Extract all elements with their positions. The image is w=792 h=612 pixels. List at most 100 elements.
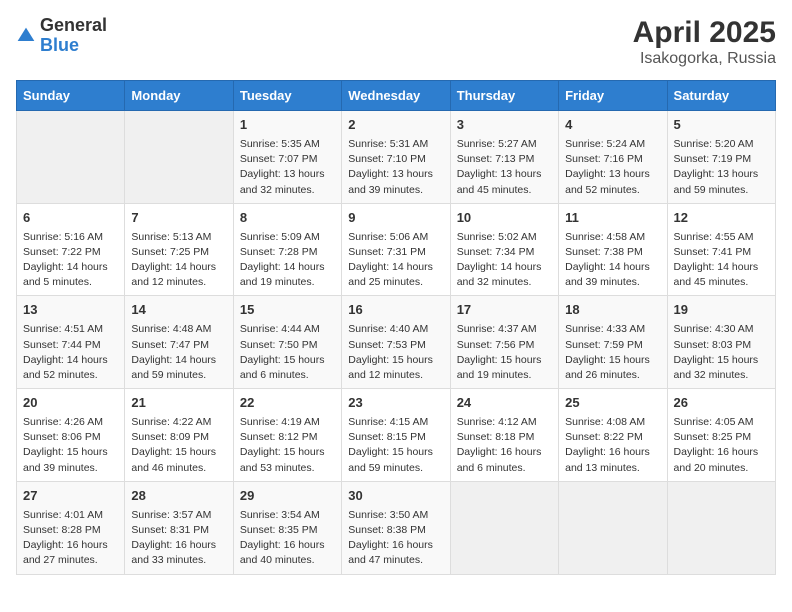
calendar-cell xyxy=(667,481,775,574)
day-info: Sunrise: 4:58 AMSunset: 7:38 PMDaylight:… xyxy=(565,230,660,291)
day-number: 21 xyxy=(131,394,226,413)
calendar-location: Isakogorka, Russia xyxy=(633,50,776,68)
calendar-cell: 6Sunrise: 5:16 AMSunset: 7:22 PMDaylight… xyxy=(17,203,125,296)
day-info: Sunrise: 4:26 AMSunset: 8:06 PMDaylight:… xyxy=(23,415,118,476)
day-number: 14 xyxy=(131,301,226,320)
calendar-cell: 29 Sunrise: 3:54 AMSunset: 8:35 PMDayligh… xyxy=(233,481,341,574)
day-info: Sunrise: 4:51 AMSunset: 7:44 PMDaylight:… xyxy=(23,322,118,383)
day-number: 16 xyxy=(348,301,443,320)
calendar-title: April 2025 xyxy=(633,16,776,50)
day-number: 9 xyxy=(348,209,443,228)
day-info: Sunrise: 3:50 AMSunset: 8:38 PMDaylight:… xyxy=(348,508,443,569)
day-number: 24 xyxy=(457,394,552,413)
day-info: Sunrise: 5:02 AMSunset: 7:34 PMDaylight:… xyxy=(457,230,552,291)
weekday-header-thursday: Thursday xyxy=(450,81,558,111)
calendar-cell xyxy=(559,481,667,574)
day-number: 1 xyxy=(240,116,335,135)
day-number: 17 xyxy=(457,301,552,320)
day-info: Sunrise: 5:35 AMSunset: 7:07 PMDaylight:… xyxy=(240,137,335,198)
calendar-cell: 13Sunrise: 4:51 AMSunset: 7:44 PMDayligh… xyxy=(17,296,125,389)
weekday-header-tuesday: Tuesday xyxy=(233,81,341,111)
calendar-table: SundayMondayTuesdayWednesdayThursdayFrid… xyxy=(16,80,776,575)
calendar-week-4: 20 Sunrise: 4:26 AMSunset: 8:06 PMDayligh… xyxy=(17,389,776,482)
day-number: 27 xyxy=(23,487,118,506)
day-number: 7 xyxy=(131,209,226,228)
day-number: 18 xyxy=(565,301,660,320)
weekday-header-sunday: Sunday xyxy=(17,81,125,111)
calendar-cell: 26 Sunrise: 4:05 AMSunset: 8:25 PMDayligh… xyxy=(667,389,775,482)
title-block: April 2025 Isakogorka, Russia xyxy=(633,16,776,68)
day-number: 23 xyxy=(348,394,443,413)
calendar-cell: 21 Sunrise: 4:22 AMSunset: 8:09 PMDayligh… xyxy=(125,389,233,482)
day-info: Sunrise: 4:44 AMSunset: 7:50 PMDaylight:… xyxy=(240,322,335,383)
calendar-cell: 4 Sunrise: 5:24 AMSunset: 7:16 PMDaylight… xyxy=(559,111,667,204)
calendar-cell: 2 Sunrise: 5:31 AMSunset: 7:10 PMDaylight… xyxy=(342,111,450,204)
day-info: Sunrise: 4:05 AMSunset: 8:25 PMDaylight:… xyxy=(674,415,769,476)
calendar-cell: 24Sunrise: 4:12 AMSunset: 8:18 PMDayligh… xyxy=(450,389,558,482)
calendar-cell: 11 Sunrise: 4:58 AMSunset: 7:38 PMDayligh… xyxy=(559,203,667,296)
day-info: Sunrise: 5:06 AMSunset: 7:31 PMDaylight:… xyxy=(348,230,443,291)
logo-icon xyxy=(16,26,36,46)
weekday-header-monday: Monday xyxy=(125,81,233,111)
day-number: 15 xyxy=(240,301,335,320)
day-number: 29 xyxy=(240,487,335,506)
calendar-cell xyxy=(450,481,558,574)
calendar-cell: 30 Sunrise: 3:50 AMSunset: 8:38 PMDayligh… xyxy=(342,481,450,574)
day-number: 30 xyxy=(348,487,443,506)
calendar-week-2: 6Sunrise: 5:16 AMSunset: 7:22 PMDaylight… xyxy=(17,203,776,296)
logo: General Blue xyxy=(16,16,107,56)
day-info: Sunrise: 4:33 AMSunset: 7:59 PMDaylight:… xyxy=(565,322,660,383)
day-info: Sunrise: 5:31 AMSunset: 7:10 PMDaylight:… xyxy=(348,137,443,198)
calendar-cell: 10 Sunrise: 5:02 AMSunset: 7:34 PMDayligh… xyxy=(450,203,558,296)
day-number: 22 xyxy=(240,394,335,413)
day-info: Sunrise: 5:09 AMSunset: 7:28 PMDaylight:… xyxy=(240,230,335,291)
calendar-week-5: 27Sunrise: 4:01 AMSunset: 8:28 PMDayligh… xyxy=(17,481,776,574)
weekday-header-row: SundayMondayTuesdayWednesdayThursdayFrid… xyxy=(17,81,776,111)
calendar-cell xyxy=(17,111,125,204)
calendar-cell: 14Sunrise: 4:48 AMSunset: 7:47 PMDayligh… xyxy=(125,296,233,389)
day-number: 19 xyxy=(674,301,769,320)
day-number: 20 xyxy=(23,394,118,413)
day-number: 26 xyxy=(674,394,769,413)
day-number: 10 xyxy=(457,209,552,228)
logo-blue: Blue xyxy=(40,35,79,55)
calendar-cell: 3 Sunrise: 5:27 AMSunset: 7:13 PMDaylight… xyxy=(450,111,558,204)
calendar-cell: 19Sunrise: 4:30 AMSunset: 8:03 PMDayligh… xyxy=(667,296,775,389)
calendar-cell: 15 Sunrise: 4:44 AMSunset: 7:50 PMDayligh… xyxy=(233,296,341,389)
day-number: 6 xyxy=(23,209,118,228)
day-info: Sunrise: 4:19 AMSunset: 8:12 PMDaylight:… xyxy=(240,415,335,476)
calendar-cell: 18 Sunrise: 4:33 AMSunset: 7:59 PMDayligh… xyxy=(559,296,667,389)
day-info: Sunrise: 4:08 AMSunset: 8:22 PMDaylight:… xyxy=(565,415,660,476)
logo-general: General xyxy=(40,15,107,35)
calendar-cell: 5Sunrise: 5:20 AMSunset: 7:19 PMDaylight… xyxy=(667,111,775,204)
day-number: 3 xyxy=(457,116,552,135)
calendar-week-3: 13Sunrise: 4:51 AMSunset: 7:44 PMDayligh… xyxy=(17,296,776,389)
day-number: 8 xyxy=(240,209,335,228)
day-info: Sunrise: 3:54 AMSunset: 8:35 PMDaylight:… xyxy=(240,508,335,569)
calendar-cell: 12 Sunrise: 4:55 AMSunset: 7:41 PMDayligh… xyxy=(667,203,775,296)
calendar-cell xyxy=(125,111,233,204)
day-number: 12 xyxy=(674,209,769,228)
day-info: Sunrise: 4:55 AMSunset: 7:41 PMDaylight:… xyxy=(674,230,769,291)
day-info: Sunrise: 5:24 AMSunset: 7:16 PMDaylight:… xyxy=(565,137,660,198)
day-info: Sunrise: 4:15 AMSunset: 8:15 PMDaylight:… xyxy=(348,415,443,476)
day-number: 11 xyxy=(565,209,660,228)
page-header: General Blue April 2025 Isakogorka, Russ… xyxy=(16,16,776,68)
calendar-cell: 27Sunrise: 4:01 AMSunset: 8:28 PMDayligh… xyxy=(17,481,125,574)
calendar-cell: 16Sunrise: 4:40 AMSunset: 7:53 PMDayligh… xyxy=(342,296,450,389)
day-number: 25 xyxy=(565,394,660,413)
calendar-cell: 17 Sunrise: 4:37 AMSunset: 7:56 PMDayligh… xyxy=(450,296,558,389)
calendar-cell: 8 Sunrise: 5:09 AMSunset: 7:28 PMDaylight… xyxy=(233,203,341,296)
calendar-cell: 22 Sunrise: 4:19 AMSunset: 8:12 PMDayligh… xyxy=(233,389,341,482)
day-number: 5 xyxy=(674,116,769,135)
weekday-header-friday: Friday xyxy=(559,81,667,111)
day-info: Sunrise: 4:37 AMSunset: 7:56 PMDaylight:… xyxy=(457,322,552,383)
day-number: 4 xyxy=(565,116,660,135)
calendar-cell: 7Sunrise: 5:13 AMSunset: 7:25 PMDaylight… xyxy=(125,203,233,296)
day-number: 2 xyxy=(348,116,443,135)
calendar-cell: 20 Sunrise: 4:26 AMSunset: 8:06 PMDayligh… xyxy=(17,389,125,482)
calendar-week-1: 1 Sunrise: 5:35 AMSunset: 7:07 PMDaylight… xyxy=(17,111,776,204)
day-info: Sunrise: 4:22 AMSunset: 8:09 PMDaylight:… xyxy=(131,415,226,476)
day-info: Sunrise: 5:27 AMSunset: 7:13 PMDaylight:… xyxy=(457,137,552,198)
day-number: 28 xyxy=(131,487,226,506)
